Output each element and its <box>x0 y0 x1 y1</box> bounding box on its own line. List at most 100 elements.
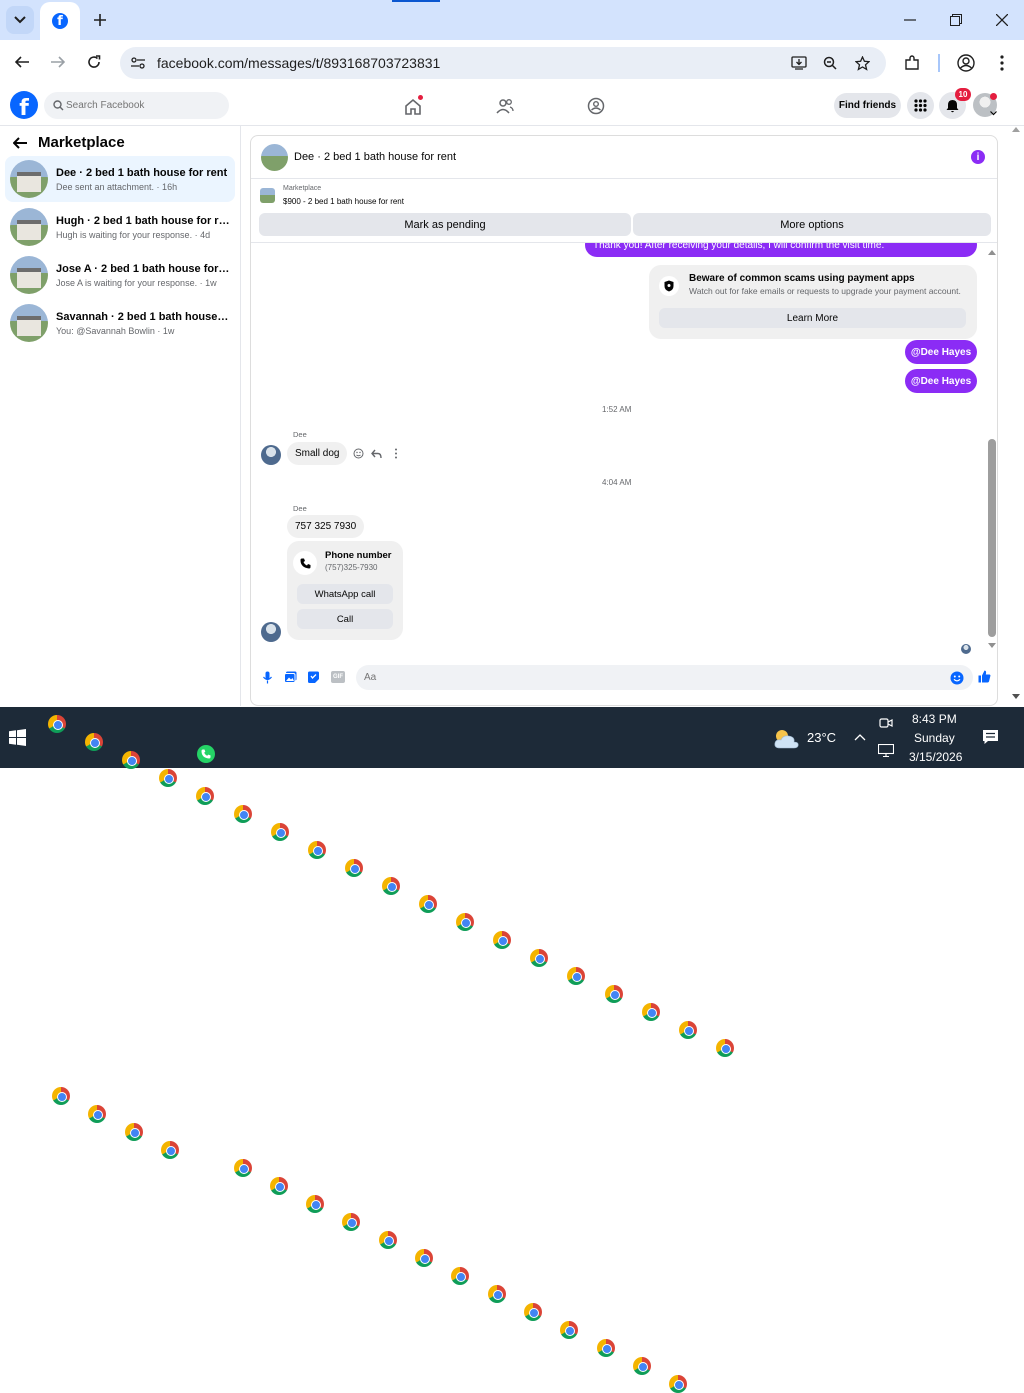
listing-thumb[interactable] <box>260 188 275 203</box>
react-emoji-icon[interactable] <box>353 448 364 459</box>
chrome-taskbar-icon[interactable] <box>159 769 178 787</box>
chrome-taskbar-icon[interactable] <box>596 1339 615 1357</box>
active-tab[interactable]: f <box>40 2 80 40</box>
new-tab-button[interactable] <box>88 8 112 32</box>
emoji-icon[interactable] <box>950 671 964 685</box>
fb-search-box[interactable] <box>44 92 229 119</box>
chrome-taskbar-icon[interactable] <box>342 1213 361 1231</box>
chrome-taskbar-icon[interactable] <box>307 841 326 859</box>
friends-nav[interactable] <box>489 92 521 120</box>
scrollbar-thumb[interactable] <box>988 439 996 637</box>
chrome-taskbar-icon[interactable] <box>88 1105 107 1123</box>
groups-nav[interactable] <box>580 92 612 120</box>
more-options-button[interactable]: More options <box>633 213 991 236</box>
home-nav[interactable] <box>397 92 429 120</box>
chrome-taskbar-icon[interactable] <box>48 715 66 733</box>
reload-button[interactable] <box>82 48 106 76</box>
minimize-button[interactable] <box>896 6 924 34</box>
menu-grid-button[interactable] <box>907 92 934 119</box>
chrome-taskbar-icon[interactable] <box>715 1039 734 1057</box>
chat-title[interactable]: Dee · 2 bed 1 bath house for rent <box>294 151 456 163</box>
chrome-taskbar-icon[interactable] <box>160 1141 179 1159</box>
chrome-taskbar-icon[interactable] <box>306 1195 325 1213</box>
facebook-logo-icon[interactable]: f <box>10 91 38 119</box>
chevron-down-icon[interactable] <box>990 111 997 116</box>
message-input[interactable] <box>364 669 934 686</box>
chrome-taskbar-icon[interactable] <box>122 751 141 769</box>
chrome-taskbar-icon[interactable] <box>487 1285 506 1303</box>
thumbs-up-icon[interactable] <box>978 670 991 683</box>
photo-icon[interactable] <box>284 671 297 683</box>
extensions-icon[interactable] <box>900 52 924 74</box>
gif-icon[interactable]: GIF <box>331 671 345 683</box>
chrome-taskbar-icon[interactable] <box>560 1321 579 1339</box>
forward-button[interactable] <box>46 48 70 76</box>
page-scroll-up-icon[interactable] <box>1012 126 1020 132</box>
message-input-box[interactable] <box>356 665 973 690</box>
chrome-taskbar-icon[interactable] <box>85 733 104 751</box>
outgoing-message[interactable]: Thank you! After receiving your details,… <box>585 243 977 257</box>
conversation-item[interactable]: Jose A · 2 bed 1 bath house for rent Jose… <box>5 252 235 298</box>
weather-widget[interactable]: 23°C <box>772 725 842 751</box>
chrome-taskbar-icon[interactable] <box>523 1303 542 1321</box>
whatsapp-taskbar-icon[interactable] <box>197 745 216 763</box>
whatsapp-call-button[interactable]: WhatsApp call <box>297 584 393 604</box>
url-text[interactable]: facebook.com/messages/t/893168703723831 <box>157 55 440 71</box>
chrome-taskbar-icon[interactable] <box>233 805 252 823</box>
chrome-taskbar-icon[interactable] <box>415 1249 433 1267</box>
learn-more-button[interactable]: Learn More <box>659 308 966 328</box>
close-window-button[interactable] <box>988 6 1016 34</box>
browser-menu-icon[interactable] <box>992 52 1012 74</box>
chrome-taskbar-icon[interactable] <box>269 1177 288 1195</box>
install-app-icon[interactable] <box>788 52 810 74</box>
chrome-taskbar-icon[interactable] <box>669 1375 688 1393</box>
restore-button[interactable] <box>942 6 970 34</box>
chrome-taskbar-icon[interactable] <box>233 1159 252 1177</box>
chrome-taskbar-icon[interactable] <box>641 1003 660 1021</box>
chrome-taskbar-icon[interactable] <box>493 931 512 949</box>
message-list[interactable]: Thank you! After receiving your details,… <box>251 243 987 655</box>
more-actions-icon[interactable] <box>394 448 398 459</box>
clock-time[interactable]: 8:43 PM <box>912 712 957 726</box>
listing-price[interactable]: $900 - 2 bed 1 bath house for rent <box>283 197 404 206</box>
conversation-item[interactable]: Savannah · 2 bed 1 bath house for ... You… <box>5 300 235 346</box>
address-bar[interactable]: facebook.com/messages/t/893168703723831 <box>120 47 886 79</box>
chrome-taskbar-icon[interactable] <box>678 1021 697 1039</box>
profile-icon[interactable] <box>954 51 978 75</box>
chrome-taskbar-icon[interactable] <box>124 1123 143 1141</box>
chevron-up-icon[interactable] <box>854 733 866 741</box>
chrome-taskbar-icon[interactable] <box>604 985 623 1003</box>
notifications-button[interactable]: 10 <box>939 88 971 119</box>
message-scrollbar[interactable] <box>987 243 997 655</box>
sticker-icon[interactable] <box>307 671 320 684</box>
info-icon[interactable]: i <box>971 150 985 164</box>
chrome-taskbar-icon[interactable] <box>52 1087 70 1105</box>
tab-search-button[interactable] <box>6 6 34 34</box>
windows-start-icon[interactable] <box>9 729 26 746</box>
network-icon[interactable] <box>878 744 894 757</box>
incoming-message[interactable]: 757 325 7930 <box>287 515 365 538</box>
chrome-taskbar-icon[interactable] <box>567 967 586 985</box>
scroll-up-icon[interactable] <box>988 249 996 255</box>
mention-message[interactable]: @Dee Hayes <box>905 340 977 364</box>
chrome-taskbar-icon[interactable] <box>196 787 215 805</box>
conversation-item[interactable]: Hugh · 2 bed 1 bath house for rent Hugh i… <box>5 204 235 250</box>
chat-header-thumbnail[interactable] <box>261 144 288 171</box>
page-scroll-down-icon[interactable] <box>1012 694 1020 700</box>
chrome-taskbar-icon[interactable] <box>456 913 475 931</box>
chrome-taskbar-icon[interactable] <box>378 1231 397 1249</box>
find-friends-button[interactable]: Find friends <box>834 93 901 118</box>
scroll-down-icon[interactable] <box>988 643 996 649</box>
incoming-message[interactable]: Small dog <box>287 442 348 465</box>
fb-search-input[interactable] <box>66 97 216 114</box>
clock-day[interactable]: Sunday <box>914 731 955 745</box>
zoom-icon[interactable] <box>819 52 841 74</box>
notification-center-icon[interactable] <box>982 729 999 745</box>
site-info-icon[interactable] <box>126 51 150 75</box>
chrome-taskbar-icon[interactable] <box>451 1267 470 1285</box>
chrome-taskbar-icon[interactable] <box>419 895 437 913</box>
chrome-taskbar-icon[interactable] <box>344 859 363 877</box>
chrome-taskbar-icon[interactable] <box>632 1357 651 1375</box>
meet-now-icon[interactable] <box>879 716 893 730</box>
microphone-icon[interactable] <box>263 671 272 684</box>
